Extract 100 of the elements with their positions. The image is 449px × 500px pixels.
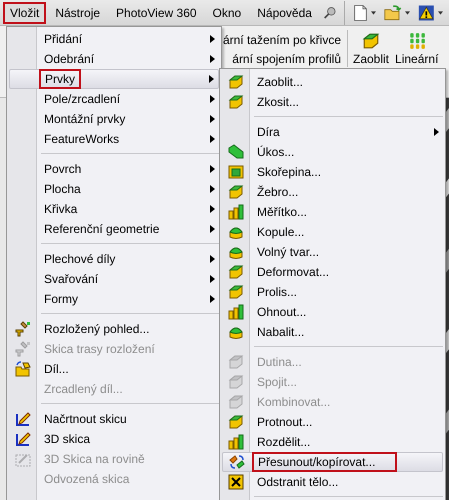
menu-item[interactable]: Načrtnout skicu — [9, 409, 219, 429]
menu-item-label: Povrch — [43, 161, 82, 178]
menu-item[interactable]: Měřítko... — [222, 202, 443, 222]
menu-bar-item[interactable]: Nástroje — [48, 2, 108, 24]
menu-item-label: Kombinovat... — [256, 394, 332, 411]
menu-item-label: Formy — [43, 291, 79, 308]
caret-icon[interactable] — [438, 10, 444, 14]
menu-item-label: Kopule... — [256, 224, 306, 241]
menu-item-label: 3D Skica na rovině — [43, 451, 146, 468]
menu-item[interactable]: Ohnout... — [222, 302, 443, 322]
menu-item[interactable]: Plocha — [9, 179, 219, 199]
blocks-icon — [228, 304, 244, 320]
menu-item-label: Odebrání — [43, 51, 96, 68]
arrows-icon — [228, 454, 244, 470]
menu-item[interactable]: Díra — [222, 122, 443, 142]
new-document-icon[interactable] — [353, 2, 368, 22]
menu-item-label: Skořepina... — [256, 164, 322, 181]
menu-item-label: Referenční geometrie — [43, 221, 160, 238]
cube-icon — [228, 354, 244, 370]
blocks-icon — [228, 434, 244, 450]
menu-item-label: Nabalit... — [256, 324, 306, 341]
cube-icon — [228, 394, 244, 410]
menu-item[interactable]: Protnout... — [222, 412, 443, 432]
menu-item-label: Prvky — [39, 69, 81, 89]
menu-item-label: Díl... — [43, 361, 70, 378]
menu-item-label: 3D skica — [43, 431, 92, 448]
menu-item[interactable]: Křivka — [9, 199, 219, 219]
menu-item[interactable]: Plechové díly — [9, 249, 219, 269]
menu-item-label: Plocha — [43, 181, 82, 198]
menu-item-label: Prolis... — [256, 284, 298, 301]
pencil-icon — [14, 431, 30, 447]
menu-item-label: Úkos... — [256, 144, 296, 161]
menu-item[interactable]: Prolis... — [222, 282, 443, 302]
menu-item[interactable]: 3D skica — [9, 429, 219, 449]
menu-bar-item[interactable]: PhotoView 360 — [109, 2, 204, 24]
menu-item-label: Díra — [256, 124, 281, 141]
assembly-icon — [14, 341, 30, 357]
box-icon — [228, 164, 244, 180]
menu-item-label: Rozdělit... — [256, 434, 312, 451]
menu-item-label: Montážní prvky — [43, 111, 126, 128]
menu-item[interactable]: Rozdělit... — [222, 432, 443, 452]
cube-icon — [228, 414, 244, 430]
menu-item-label: Přesunout/kopírovat... — [252, 452, 398, 472]
menu-item[interactable]: Rozložený pohled... — [9, 319, 219, 339]
caret-icon[interactable] — [405, 10, 410, 14]
menu-item-label: Protnout... — [256, 414, 314, 431]
menu-bar-item[interactable]: Vložit — [3, 2, 46, 24]
menu-item-label: Pole/zrcadlení — [43, 91, 122, 108]
cube-icon — [228, 264, 244, 280]
menu-item[interactable]: Přesunout/kopírovat... — [222, 452, 443, 472]
menu-item[interactable]: Povrch — [9, 159, 219, 179]
menu-item[interactable]: Skořepina... — [222, 162, 443, 182]
warning-icon[interactable] — [418, 2, 436, 22]
menu-item-label: FeatureWorks — [43, 131, 120, 148]
menu-item[interactable]: Zkosit... — [222, 92, 443, 112]
menu-item-label: Křivka — [43, 201, 78, 218]
menu-item-label: Načrtnout skicu — [43, 411, 128, 428]
menu-item-label: Zrcadlený díl... — [43, 381, 124, 398]
menu-item-label: Přidání — [43, 31, 84, 48]
folder-icon[interactable] — [384, 2, 402, 22]
menu-item[interactable]: Díl... — [9, 359, 219, 379]
toolbar-button[interactable]: Lineární — [392, 26, 442, 66]
menu-item-label: Svařování — [43, 271, 100, 288]
menu-item[interactable]: Formy — [9, 289, 219, 309]
menu-item-label: Dutina... — [256, 354, 303, 371]
menu-item[interactable]: Montážní prvky — [9, 109, 219, 129]
menu-item[interactable]: Pole/zrcadlení — [9, 89, 219, 109]
toolbar-button[interactable]: Zaoblit — [350, 26, 392, 66]
menu-item-label: Odvozená skica — [43, 471, 130, 488]
menu-item[interactable]: Volný tvar... — [222, 242, 443, 262]
cube-icon — [228, 74, 244, 90]
menu-item[interactable]: Žebro... — [222, 182, 443, 202]
menu-bar-item[interactable]: Okno — [206, 2, 248, 24]
cube-icon — [228, 184, 244, 200]
cube-icon — [361, 32, 382, 50]
toolbar-command[interactable]: ární tažením po křivce — [222, 33, 345, 47]
menu-item[interactable]: Deformovat... — [222, 262, 443, 282]
menu-item-label: Volný tvar... — [256, 244, 320, 261]
menu-bar-item[interactable]: Nápověda — [250, 2, 319, 24]
caret-icon[interactable] — [371, 10, 376, 14]
menu-item-label: Odstranit tělo... — [256, 474, 340, 491]
menu-item[interactable]: Přidání — [9, 29, 219, 49]
blocks-icon — [228, 204, 244, 220]
menu-item[interactable]: Odstranit tělo... — [222, 472, 443, 492]
menu-item[interactable]: Kopule... — [222, 222, 443, 242]
menu-item[interactable]: Prvky — [9, 69, 219, 89]
menu-item[interactable]: FeatureWorks — [9, 129, 219, 149]
menu-item[interactable]: Svařování — [9, 269, 219, 289]
menu-item-label: Žebro... — [256, 184, 300, 201]
menu-item[interactable]: Odebrání — [9, 49, 219, 69]
folder-icon — [14, 361, 30, 377]
menu-item[interactable]: Referenční geometrie — [9, 219, 219, 239]
menu-item[interactable]: Zaoblit... — [222, 72, 443, 92]
menu-item[interactable]: Úkos... — [222, 142, 443, 162]
menu-item-label: Ohnout... — [256, 304, 308, 321]
toolbar-command[interactable]: ární spojením profilů — [232, 52, 345, 66]
block-icon — [228, 144, 244, 160]
menu-item[interactable]: Nabalit... — [222, 322, 443, 342]
menu-item-label: Zaoblit... — [256, 74, 304, 91]
menu-item-label: Spojit... — [256, 374, 298, 391]
